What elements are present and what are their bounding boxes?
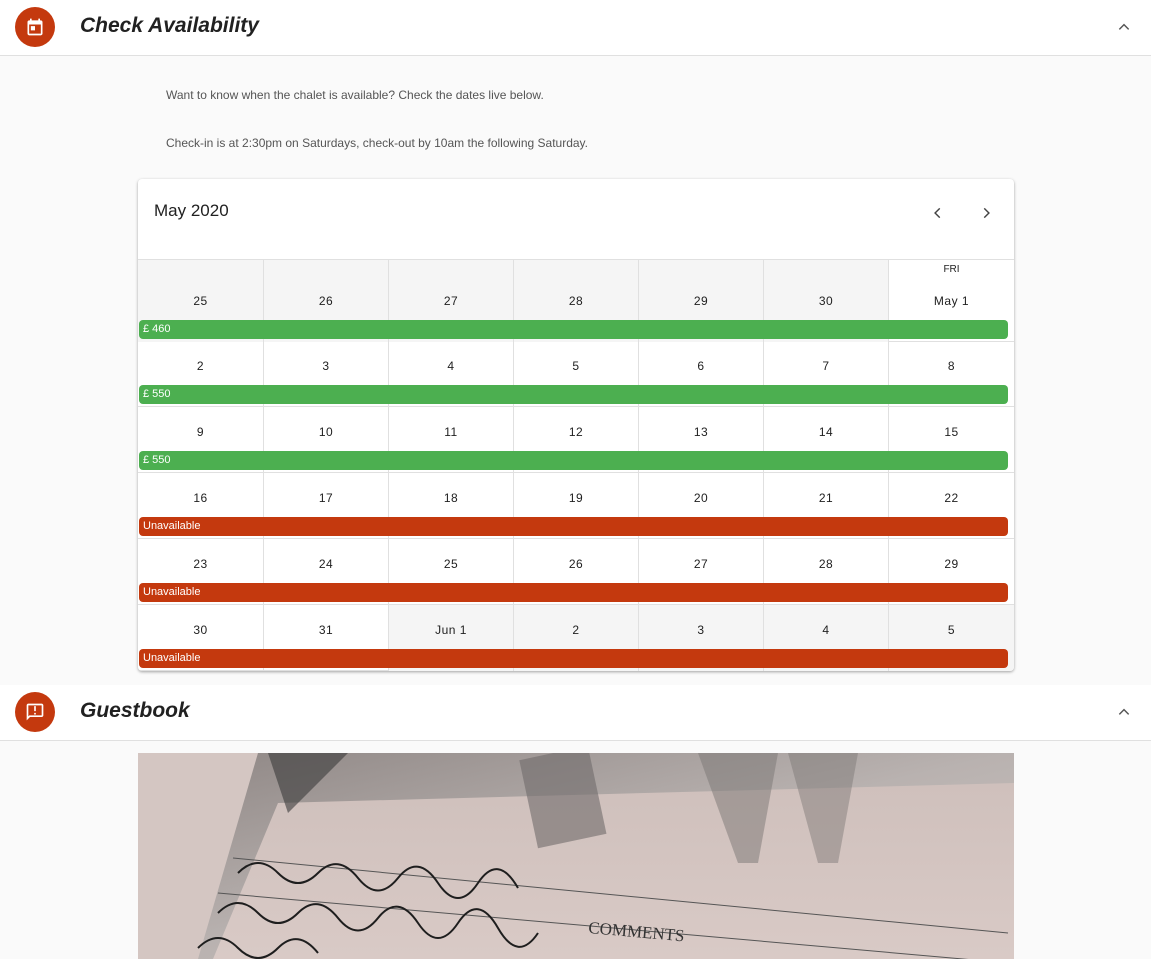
day-number: 21 — [818, 491, 834, 505]
day-number: 3 — [697, 623, 705, 637]
intro-availability: Want to know when the chalet is availabl… — [166, 88, 544, 102]
calendar-week: 9 10 11 12 13 14 15 £ 550 — [138, 407, 1014, 473]
day-number: 8 — [947, 359, 956, 373]
day-number: 26 — [318, 294, 334, 308]
day-number: 7 — [822, 359, 830, 373]
booking-event-unavailable[interactable]: Unavailable — [139, 583, 1008, 602]
guestbook-header[interactable]: Guestbook — [0, 685, 1151, 741]
calendar-week: 23 24 25 26 27 28 29 Unavailable — [138, 539, 1014, 605]
day-number: 2 — [572, 623, 580, 637]
day-number: 18 — [443, 491, 459, 505]
booking-event-available[interactable]: £ 460 — [139, 320, 1008, 339]
day-number: 3 — [322, 359, 330, 373]
day-number: 30 — [818, 294, 834, 308]
chevron-left-icon — [934, 207, 941, 219]
calendar-month-label: May 2020 — [154, 201, 229, 220]
guestbook-title: Guestbook — [80, 699, 190, 722]
day-number: 17 — [318, 491, 334, 505]
day-number: 10 — [318, 425, 334, 439]
day-number: 29 — [693, 294, 709, 308]
day-number: 16 — [193, 491, 208, 505]
day-number: 19 — [568, 491, 584, 505]
day-number: 15 — [944, 425, 959, 439]
day-number: 13 — [693, 425, 709, 439]
day-number: 6 — [697, 359, 705, 373]
intro-checkin: Check-in is at 2:30pm on Saturdays, chec… — [166, 136, 588, 150]
feedback-icon — [15, 692, 55, 732]
day-number: 25 — [443, 557, 459, 571]
day-number: 31 — [318, 623, 334, 637]
day-number: 11 — [444, 425, 458, 439]
day-number: 24 — [318, 557, 334, 571]
availability-header[interactable]: Check Availability — [0, 0, 1151, 56]
day-number: 4 — [822, 623, 830, 637]
day-number: 29 — [944, 557, 959, 571]
day-number: May 1 — [933, 294, 970, 308]
day-number: 9 — [196, 425, 205, 439]
day-number: 23 — [193, 557, 208, 571]
calendar-week: 25 26 27 28 29 30 May 1 £ 460 — [138, 260, 1014, 342]
availability-title: Check Availability — [80, 14, 259, 37]
chevron-up-icon[interactable] — [1113, 701, 1135, 723]
chevron-right-icon — [983, 207, 990, 219]
day-number: 20 — [693, 491, 709, 505]
booking-event-unavailable[interactable]: Unavailable — [139, 517, 1008, 536]
day-number: 2 — [196, 359, 205, 373]
day-number: 26 — [568, 557, 584, 571]
booking-event-unavailable[interactable]: Unavailable — [139, 649, 1008, 668]
booking-event-available[interactable]: £ 550 — [139, 385, 1008, 404]
calendar-week: 16 17 18 19 20 21 22 Unavailable — [138, 473, 1014, 539]
day-number: 27 — [693, 557, 709, 571]
day-number: 4 — [447, 359, 455, 373]
day-number: 14 — [818, 425, 834, 439]
calendar-grid: SATSUNMONTUEWEDTHUFRI252627282930May 1£ … — [138, 259, 1014, 671]
calendar-week: 30 31 Jun 1 2 3 4 5 Unavailable — [138, 605, 1014, 671]
day-number: 5 — [572, 359, 580, 373]
day-number: 28 — [818, 557, 834, 571]
day-number: 22 — [944, 491, 959, 505]
day-number: 30 — [193, 623, 208, 637]
chevron-up-icon[interactable] — [1113, 16, 1135, 38]
booking-event-available[interactable]: £ 550 — [139, 451, 1008, 470]
calendar-week: 2 3 4 5 6 7 8 £ 550 — [138, 341, 1014, 407]
day-number: 27 — [443, 294, 459, 308]
guestbook-photo: COMMENTS — [138, 753, 1014, 959]
day-number: 28 — [568, 294, 584, 308]
day-number: Jun 1 — [435, 623, 467, 637]
day-number: 25 — [193, 294, 208, 308]
prev-month-button[interactable] — [922, 197, 954, 229]
availability-calendar: May 2020 SATSUNMONTUEWEDTHUFRI2526272829… — [138, 179, 1014, 671]
day-number: 12 — [568, 425, 584, 439]
day-number: 5 — [947, 623, 956, 637]
calendar-icon — [15, 7, 55, 47]
next-month-button[interactable] — [970, 197, 1002, 229]
